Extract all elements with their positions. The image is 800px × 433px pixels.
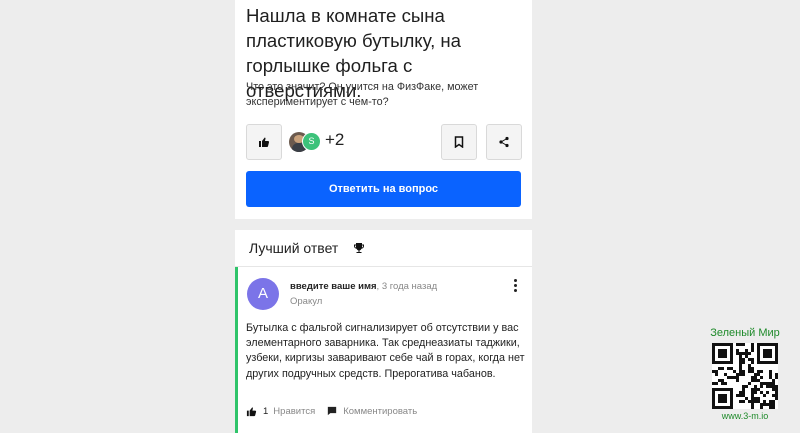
- answer-username[interactable]: введите ваше имя: [290, 281, 377, 292]
- bookmark-icon: [454, 136, 464, 148]
- like-button[interactable]: [246, 124, 282, 160]
- answer-text: Бутылка с фальгой сигнализирует об отсут…: [246, 322, 525, 380]
- answer-actions: 1 Нравится Комментировать: [246, 404, 417, 418]
- share-icon: [499, 136, 509, 148]
- share-button[interactable]: [486, 124, 522, 160]
- participants-avatars[interactable]: S: [289, 132, 321, 152]
- watermark-url: www.3-m.io: [721, 411, 769, 421]
- question-body: Что это значит? Он учится на ФизФаке, мо…: [246, 81, 479, 108]
- like-link[interactable]: Нравится: [273, 406, 315, 417]
- watermark: Зеленый Мир www.3-m.io: [705, 327, 785, 421]
- best-answer-marker: [235, 267, 238, 433]
- comment-link[interactable]: Комментировать: [343, 406, 417, 417]
- answer-meta: введите ваше имя, 3 года назад: [290, 281, 437, 292]
- avatar: S: [302, 132, 321, 151]
- trophy-icon: [354, 243, 364, 253]
- answer-time: , 3 года назад: [376, 281, 438, 292]
- answer-question-button[interactable]: Ответить на вопрос: [246, 171, 521, 207]
- thumbs-up-icon[interactable]: [246, 406, 257, 417]
- thumbs-up-icon: [259, 137, 270, 147]
- qr-code: [712, 343, 778, 409]
- bookmark-button[interactable]: [441, 124, 477, 160]
- answer-user-role: Оракул: [290, 296, 323, 307]
- participants-count[interactable]: +2: [325, 130, 344, 150]
- kebab-menu-icon[interactable]: [511, 279, 519, 293]
- best-answer-title: Лучший ответ: [249, 240, 339, 256]
- question-card: Нашла в комнате сына пластиковую бутылку…: [235, 0, 532, 219]
- comment-icon[interactable]: [327, 406, 337, 416]
- best-answer-header: Лучший ответ: [235, 230, 532, 267]
- avatar[interactable]: A: [247, 278, 279, 310]
- watermark-title: Зеленый Мир: [710, 327, 780, 339]
- best-answer-card: Лучший ответ A введите ваше имя, 3 года …: [235, 230, 532, 433]
- like-count: 1: [263, 405, 269, 417]
